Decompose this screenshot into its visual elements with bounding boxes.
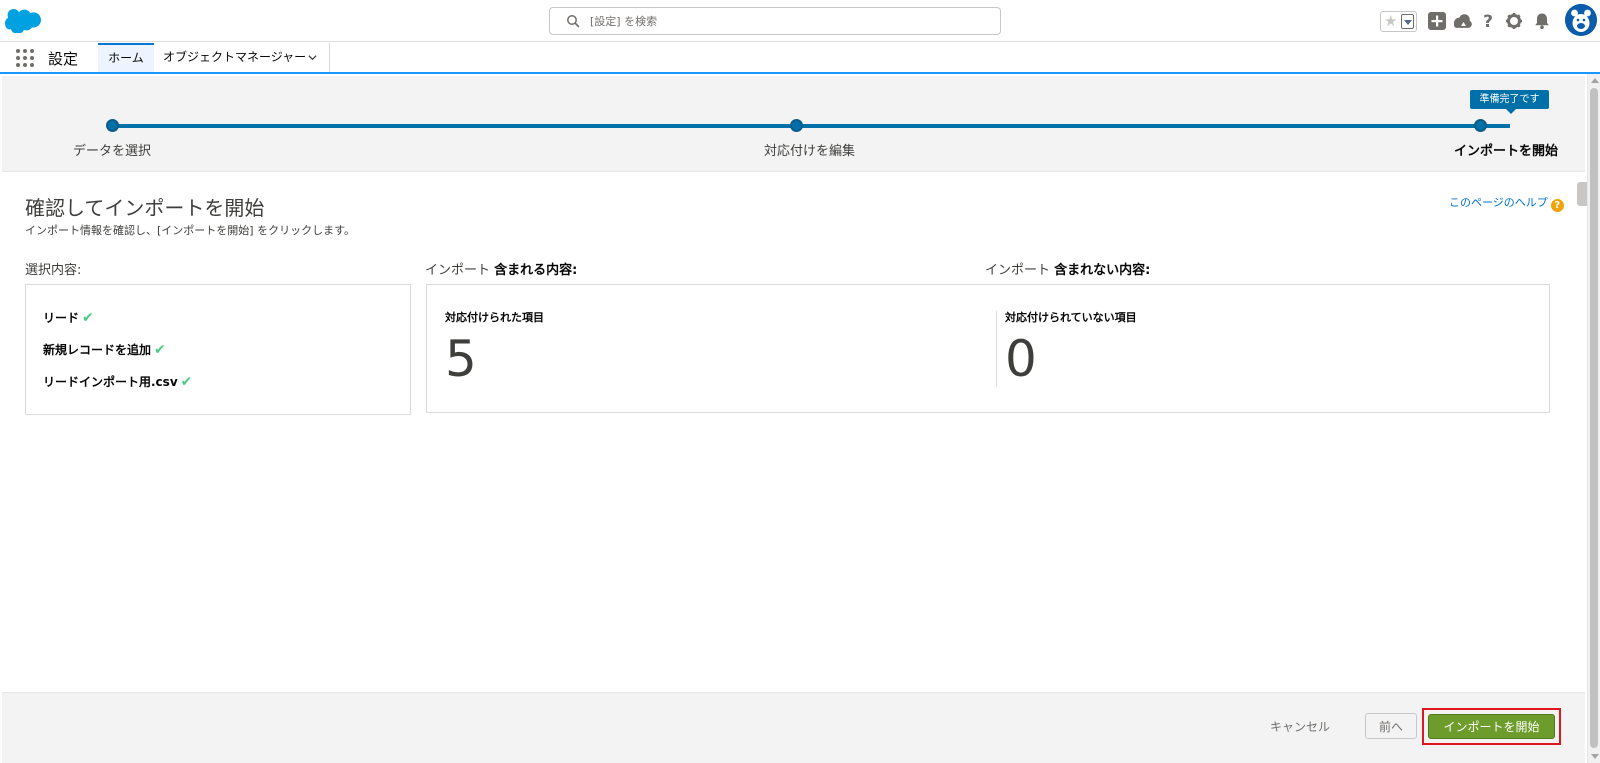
help-link-label[interactable]: このページのヘルプ (1449, 196, 1548, 209)
tab-home[interactable]: ホーム (98, 43, 154, 72)
selection-item-object: リード (43, 311, 80, 325)
unmapped-fields-count: 0 (1005, 330, 1037, 388)
scroll-down-icon[interactable] (1591, 754, 1599, 759)
cancel-button[interactable]: キャンセル (1270, 718, 1330, 735)
excluded-section-label: インポート 含まれない内容: (985, 259, 1150, 278)
chevron-down-icon[interactable] (308, 53, 317, 62)
tab-object-manager[interactable]: オブジェクトマネージャー (154, 43, 330, 72)
trailhead-icon[interactable] (1452, 10, 1474, 32)
app-launcher-icon[interactable] (15, 48, 35, 68)
help-icon[interactable]: ? (1477, 10, 1499, 32)
search-icon (567, 15, 580, 28)
list-item: 新規レコードを追加 ✔ (43, 341, 166, 358)
ready-badge: 準備完了です (1470, 90, 1549, 114)
progress-line (114, 124, 1510, 128)
check-icon: ✔ (154, 342, 166, 358)
unmapped-fields-label: 対応付けられていない項目 (1005, 311, 1137, 324)
page-title: 確認してインポートを開始 (25, 196, 265, 220)
mapping-summary-card: 対応付けられた項目 5 対応付けられていない項目 0 (426, 284, 1550, 413)
highlight-frame: インポートを開始 (1422, 708, 1561, 745)
check-icon: ✔ (82, 310, 94, 326)
favorites-dropdown-icon[interactable] (1401, 14, 1414, 29)
favorites-button[interactable]: ★ (1380, 11, 1417, 32)
global-header: ★ ? (0, 0, 1600, 42)
selection-item-action: 新規レコードを追加 (43, 343, 152, 357)
import-progress-path: 準備完了です データを選択 対応付けを編集 インポートを開始 (2, 76, 1585, 172)
selection-item-file: リードインポート用.csv (43, 375, 178, 389)
scrollbar-thumb[interactable] (1590, 88, 1598, 748)
stat-divider (996, 311, 997, 387)
step-label-start-import: インポートを開始 (1454, 144, 1559, 159)
start-import-button[interactable]: インポートを開始 (1428, 714, 1555, 739)
svg-text:?: ? (1483, 12, 1493, 32)
selection-section-label: 選択内容: (25, 263, 82, 278)
check-icon: ✔ (180, 374, 193, 390)
step-label-select-data: データを選択 (73, 144, 152, 159)
included-section-label: インポート 含まれる内容: (425, 259, 577, 278)
scrollbar[interactable] (1587, 74, 1600, 763)
list-item: リード ✔ (43, 309, 94, 326)
excluded-prefix: インポート (985, 263, 1051, 278)
context-nav-bar: 設定 ホーム オブジェクトマネージャー (0, 43, 1600, 74)
selection-card: リード ✔ 新規レコードを追加 ✔ リードインポート用.csv ✔ (25, 284, 411, 415)
side-panel-toggle[interactable] (1577, 182, 1587, 206)
step-dot-select-data (106, 119, 119, 132)
included-prefix: インポート (425, 263, 491, 278)
list-item: リードインポート用.csv ✔ (43, 373, 192, 390)
global-add-icon[interactable] (1426, 10, 1448, 32)
global-search[interactable] (549, 7, 1001, 35)
user-avatar[interactable] (1565, 4, 1597, 36)
gear-icon[interactable] (1503, 10, 1525, 32)
step-dot-start-import (1474, 119, 1487, 132)
page-description: インポート情報を確認し、[インポートを開始] をクリックします。 (25, 224, 355, 237)
avatar-icon (1565, 4, 1597, 36)
star-icon[interactable]: ★ (1384, 13, 1397, 30)
app-name: 設定 (48, 50, 79, 68)
help-link[interactable]: このページのヘルプ? (1449, 194, 1564, 212)
help-circle-icon: ? (1550, 199, 1564, 212)
step-label-edit-mapping: 対応付けを編集 (764, 144, 856, 159)
scroll-up-icon[interactable] (1591, 78, 1599, 83)
salesforce-logo[interactable] (5, 9, 41, 33)
included-label: 含まれる内容: (494, 263, 578, 278)
mapped-fields-label: 対応付けられた項目 (445, 311, 544, 324)
bell-icon[interactable] (1531, 10, 1553, 32)
back-button[interactable]: 前へ (1365, 713, 1417, 739)
mapped-fields-count: 5 (445, 330, 477, 388)
excluded-label: 含まれない内容: (1054, 263, 1151, 278)
step-dot-edit-mapping (790, 119, 803, 132)
wizard-footer: キャンセル 前へ インポートを開始 (2, 692, 1585, 763)
search-input[interactable] (590, 12, 990, 30)
tab-object-manager-label: オブジェクトマネージャー (163, 50, 307, 64)
